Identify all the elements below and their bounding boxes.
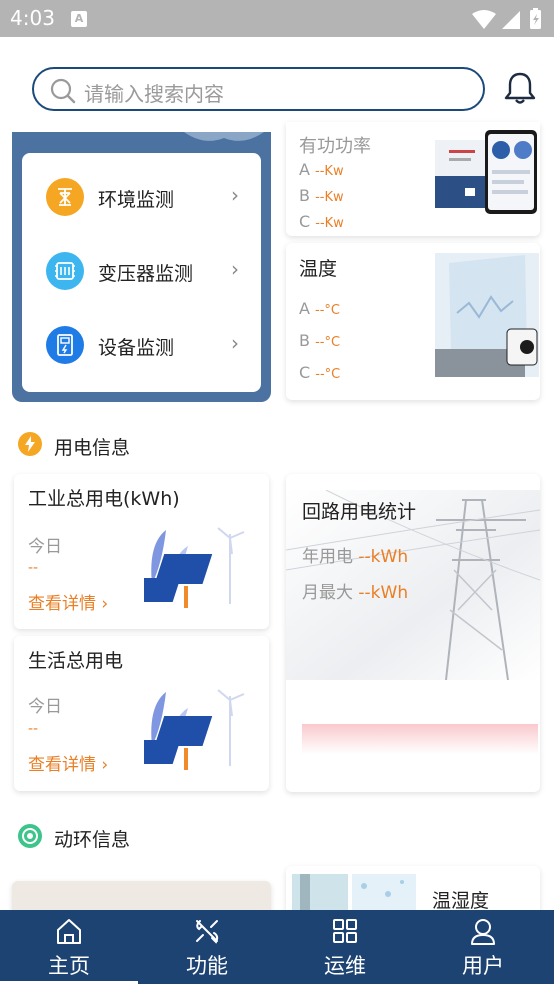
power-row: B --Kw [299,186,344,205]
usage-bar-decoration [302,724,538,754]
bell-icon[interactable] [503,71,537,105]
cloud-decoration [184,132,264,141]
card-title: 温度 [299,258,338,280]
chevron-right-icon: › [231,257,239,281]
tab-home[interactable]: 主页 [0,910,138,984]
menu-label: 环境监测 [98,189,175,211]
industrial-usage-card[interactable]: 工业总用电(kWh) 今日 -- 查看详情 › [14,474,269,629]
month-max-row: 月最大 --kWh [302,583,409,603]
status-time: 4:03 [10,6,55,30]
environment-icon [46,178,84,216]
thermometer-illustration [435,253,539,377]
bottom-tab-bar: 主页 功能 运维 用户 [0,910,554,984]
view-details-link[interactable]: 查看详情 › [28,589,108,614]
today-label: 今日 [28,697,62,717]
menu-item-transformer[interactable]: 变压器监测 › [22,235,261,309]
chevron-right-icon: › [231,183,239,207]
temperature-row: A --°C [299,299,341,318]
ring-icon [18,824,42,848]
solar-panel-illustration [144,689,245,770]
view-details-link[interactable]: 查看详情 › [28,750,108,775]
transformer-icon [46,252,84,290]
solar-panel-illustration [144,527,245,608]
domestic-usage-card[interactable]: 生活总用电 今日 -- 查看详情 › [14,636,269,791]
power-values: A --Kw B --Kw C --Kw [299,158,344,236]
notification-a-icon: A [71,11,87,27]
tab-label: 功能 [186,954,228,978]
dashboard-illustration [435,130,537,214]
status-icons [472,8,541,29]
tab-operations[interactable]: 运维 [276,910,414,984]
temperature-row: C --°C [299,363,341,382]
menu-label: 变压器监测 [98,263,194,285]
user-icon [471,919,495,945]
tab-label: 运维 [324,954,366,978]
year-usage-row: 年用电 --kWh [302,547,409,567]
menu-label: 设备监测 [98,337,175,359]
today-value: -- [28,560,39,576]
chevron-right-icon: › [231,331,239,355]
power-row: C --Kw [299,212,344,231]
search-input[interactable]: 请输入搜索内容 [32,67,485,111]
tab-label: 主页 [48,954,90,978]
temperature-values: A --°C B --°C C --°C [299,294,340,390]
card-title: 工业总用电(kWh) [28,488,180,510]
monitor-menu: 环境监测 › 变压器监测 › 设备监测 › [22,153,261,392]
search-placeholder: 请输入搜索内容 [84,82,224,106]
menu-item-device[interactable]: 设备监测 › [22,309,261,383]
signal-icon [502,11,520,29]
today-label: 今日 [28,537,62,557]
power-row: A --Kw [299,160,344,179]
card-title: 有功功率 [299,136,371,157]
temperature-row: B --°C [299,331,341,350]
tab-user[interactable]: 用户 [414,910,552,984]
search-header: 请输入搜索内容 [0,37,554,132]
today-value: -- [28,721,39,737]
tab-label: 用户 [462,954,504,978]
card-title: 生活总用电 [28,650,124,672]
grid-icon [333,919,357,943]
lightning-icon [18,432,42,456]
circuit-usage-card[interactable]: 回路用电统计 年用电 --kWh 月最大 --kWh [286,474,540,792]
card-title: 回路用电统计 [302,501,417,523]
tools-icon [196,920,219,944]
active-power-card[interactable]: 有功功率 A --Kw B --Kw C --Kw [286,122,540,236]
temperature-card[interactable]: 温度 A --°C B --°C C --°C [286,243,540,400]
home-icon [57,919,81,944]
environment-section-title: 动环信息 [54,829,131,851]
wifi-icon [472,10,496,29]
tab-functions[interactable]: 功能 [138,910,276,984]
menu-item-environment[interactable]: 环境监测 › [22,161,261,235]
card-title: 温湿度 [432,890,490,912]
status-bar: 4:03 A [0,0,554,37]
electricity-section-title: 用电信息 [54,437,131,459]
device-icon [46,326,84,364]
search-icon [50,78,76,104]
